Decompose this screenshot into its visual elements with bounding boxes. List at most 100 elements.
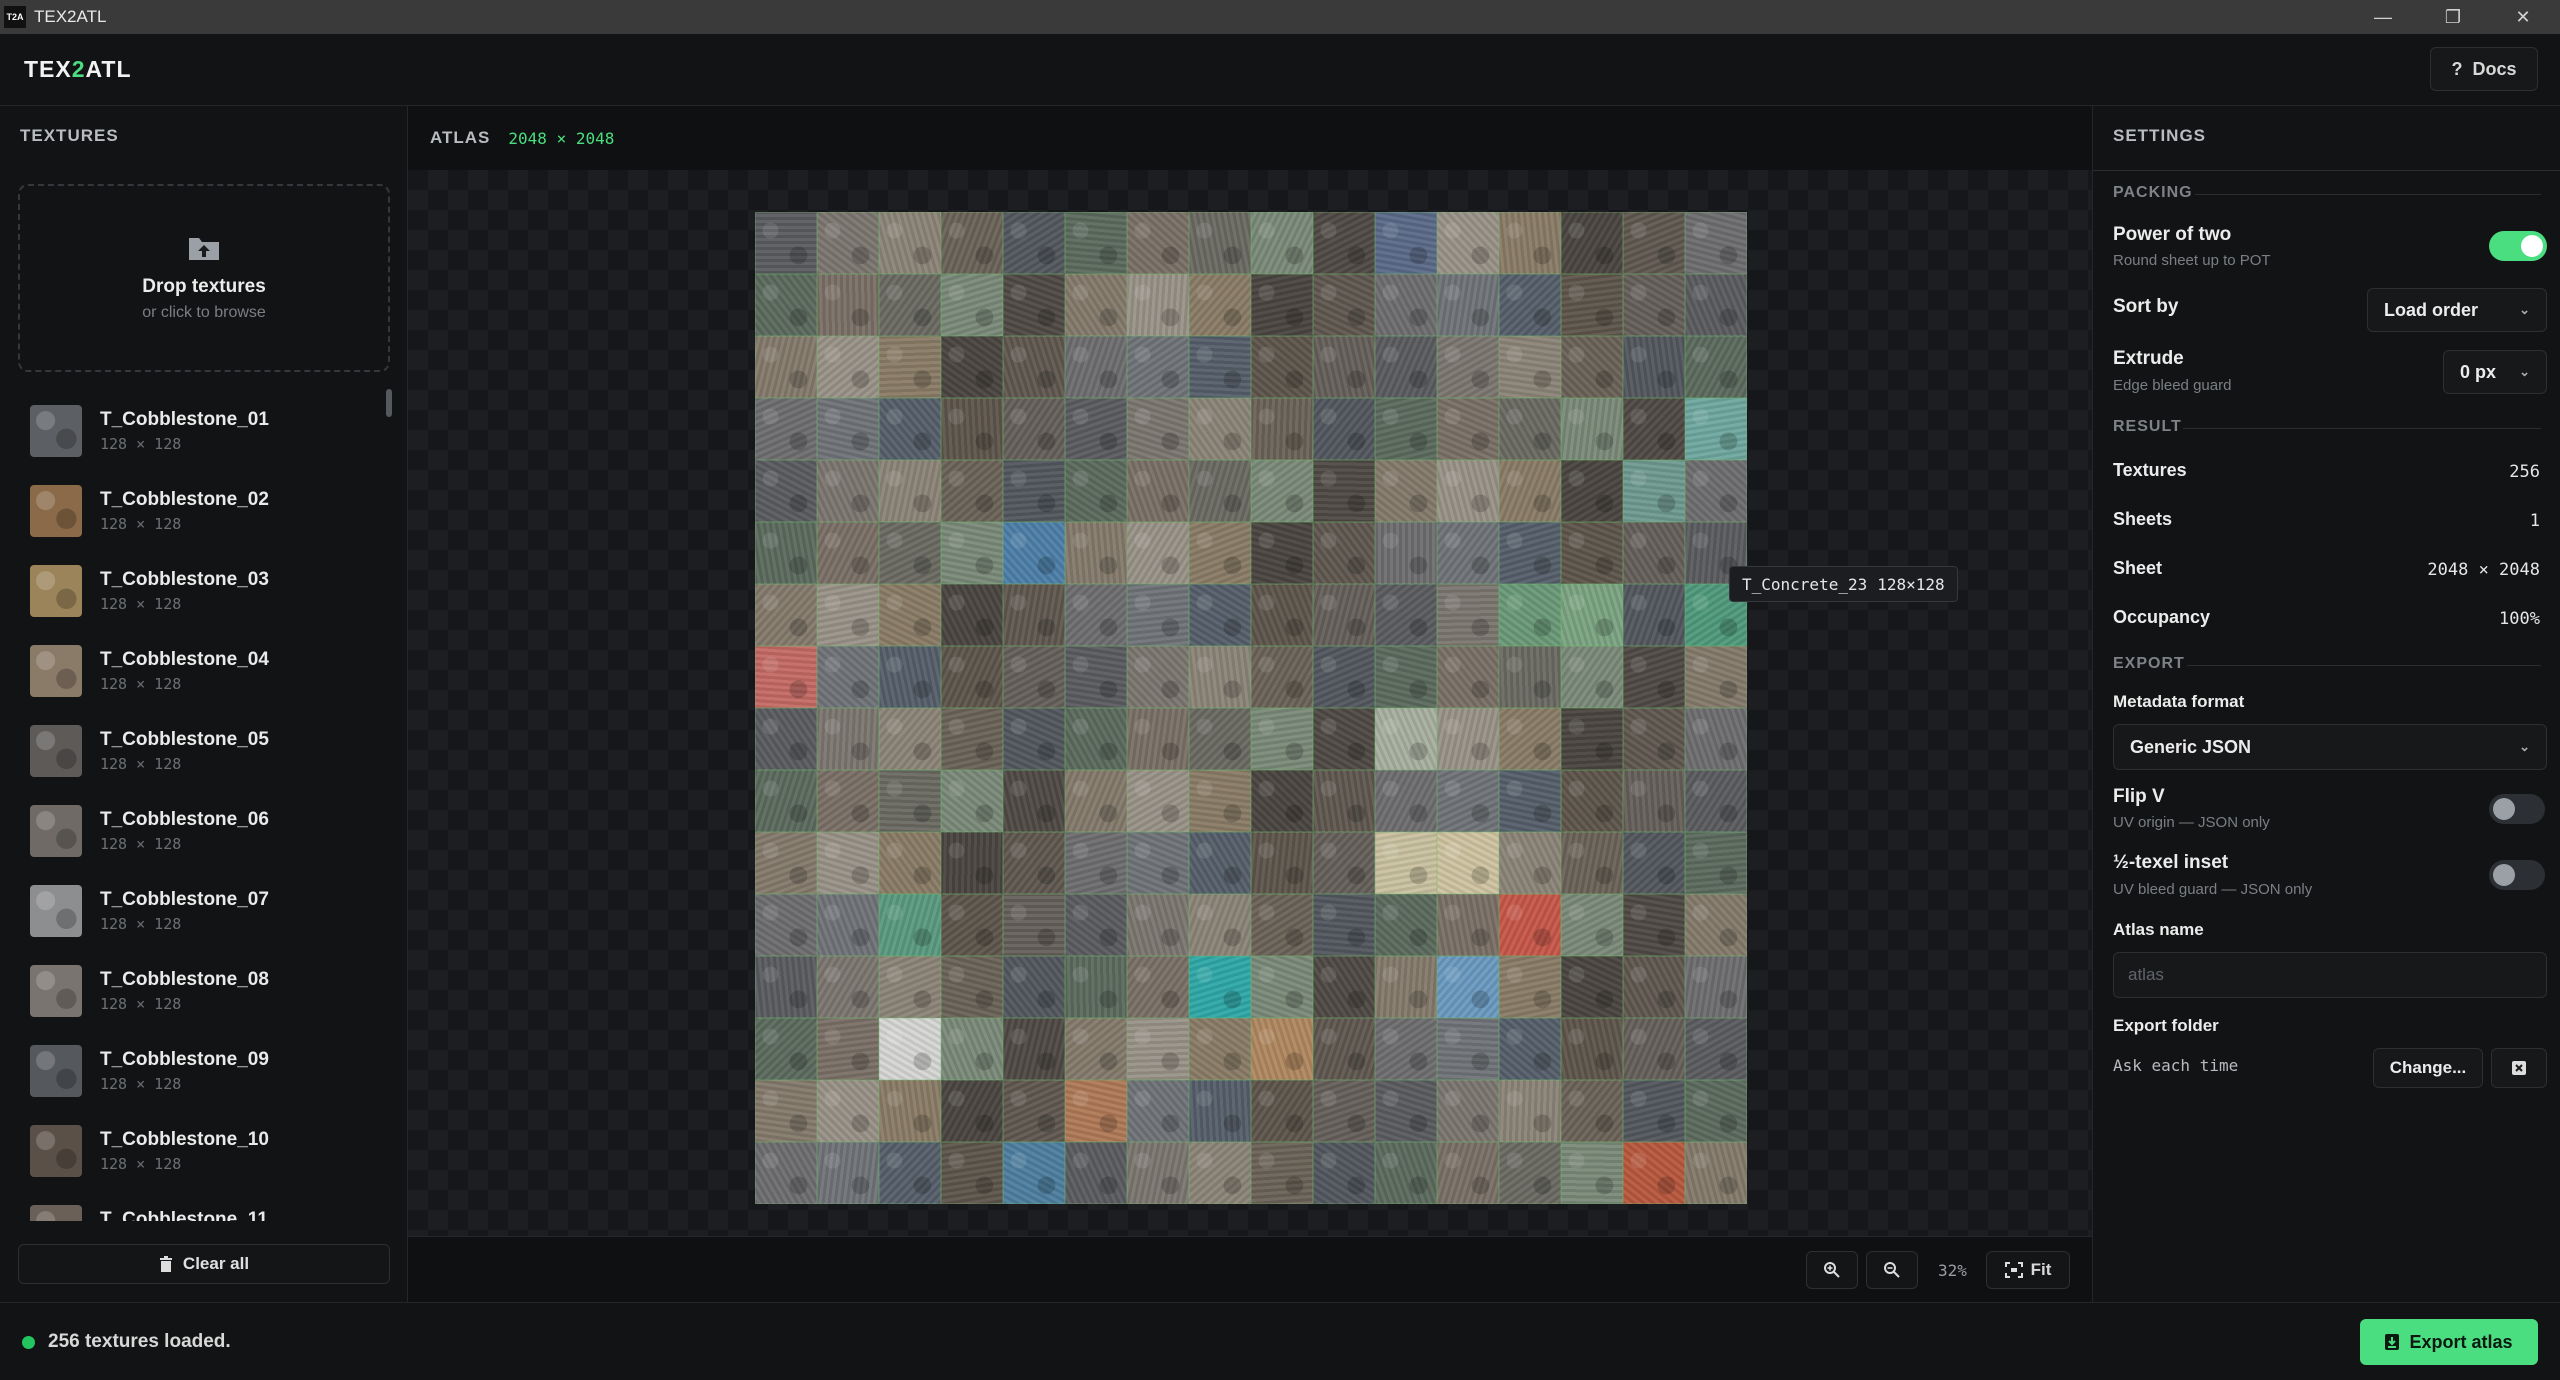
atlas-texture-cell[interactable] (755, 708, 817, 770)
atlas-texture-cell[interactable] (1065, 460, 1127, 522)
docs-button[interactable]: ? Docs (2430, 47, 2538, 91)
atlas-texture-cell[interactable] (817, 584, 879, 646)
atlas-texture-cell[interactable] (1251, 832, 1313, 894)
atlas-texture-cell[interactable] (1127, 274, 1189, 336)
atlas-texture-cell[interactable] (1003, 398, 1065, 460)
atlas-texture-cell[interactable] (1561, 708, 1623, 770)
atlas-texture-cell[interactable] (1623, 832, 1685, 894)
texture-list-item[interactable]: T_Cobblestone_06 128 × 128 (0, 791, 400, 871)
atlas-texture-cell[interactable] (941, 1080, 1003, 1142)
atlas-texture-cell[interactable] (1127, 460, 1189, 522)
atlas-texture-cell[interactable] (1313, 336, 1375, 398)
atlas-texture-cell[interactable] (1065, 1142, 1127, 1204)
atlas-texture-cell[interactable] (1561, 770, 1623, 832)
atlas-texture-cell[interactable] (1499, 460, 1561, 522)
atlas-sheet[interactable] (755, 212, 1747, 1204)
atlas-texture-cell[interactable] (1065, 1080, 1127, 1142)
atlas-texture-cell[interactable] (1561, 1018, 1623, 1080)
atlas-texture-cell[interactable] (1003, 956, 1065, 1018)
atlas-texture-cell[interactable] (879, 1142, 941, 1204)
atlas-texture-cell[interactable] (1375, 212, 1437, 274)
atlas-texture-cell[interactable] (1189, 894, 1251, 956)
half-texel-toggle[interactable] (2489, 860, 2545, 890)
atlas-texture-cell[interactable] (1251, 522, 1313, 584)
atlas-texture-cell[interactable] (1499, 708, 1561, 770)
atlas-texture-cell[interactable] (1313, 646, 1375, 708)
atlas-texture-cell[interactable] (1251, 956, 1313, 1018)
atlas-texture-cell[interactable] (1499, 770, 1561, 832)
atlas-texture-cell[interactable] (1437, 646, 1499, 708)
atlas-texture-cell[interactable] (941, 584, 1003, 646)
atlas-texture-cell[interactable] (755, 894, 817, 956)
atlas-texture-cell[interactable] (1003, 336, 1065, 398)
atlas-texture-cell[interactable] (1437, 212, 1499, 274)
atlas-texture-cell[interactable] (1189, 832, 1251, 894)
texture-list-item[interactable]: T_Cobblestone_09 128 × 128 (0, 1031, 400, 1111)
atlas-texture-cell[interactable] (1375, 770, 1437, 832)
atlas-texture-cell[interactable] (941, 212, 1003, 274)
atlas-texture-cell[interactable] (1065, 894, 1127, 956)
atlas-texture-cell[interactable] (1065, 708, 1127, 770)
atlas-texture-cell[interactable] (1437, 956, 1499, 1018)
atlas-texture-cell[interactable] (755, 1080, 817, 1142)
atlas-texture-cell[interactable] (755, 274, 817, 336)
atlas-texture-cell[interactable] (1561, 584, 1623, 646)
atlas-texture-cell[interactable] (1561, 274, 1623, 336)
atlas-texture-cell[interactable] (817, 1142, 879, 1204)
atlas-texture-cell[interactable] (1499, 894, 1561, 956)
atlas-texture-cell[interactable] (1685, 274, 1747, 336)
atlas-texture-cell[interactable] (755, 956, 817, 1018)
atlas-texture-cell[interactable] (1251, 584, 1313, 646)
atlas-texture-cell[interactable] (1065, 274, 1127, 336)
atlas-texture-cell[interactable] (1499, 1142, 1561, 1204)
atlas-texture-cell[interactable] (1375, 336, 1437, 398)
atlas-texture-cell[interactable] (1313, 708, 1375, 770)
atlas-texture-cell[interactable] (1251, 646, 1313, 708)
atlas-texture-cell[interactable] (1499, 274, 1561, 336)
atlas-texture-cell[interactable] (817, 832, 879, 894)
atlas-texture-cell[interactable] (1499, 336, 1561, 398)
atlas-texture-cell[interactable] (1251, 336, 1313, 398)
atlas-texture-cell[interactable] (1251, 1080, 1313, 1142)
atlas-texture-cell[interactable] (1251, 212, 1313, 274)
atlas-texture-cell[interactable] (1003, 212, 1065, 274)
atlas-texture-cell[interactable] (1561, 832, 1623, 894)
export-atlas-button[interactable]: Export atlas (2360, 1319, 2538, 1365)
texture-list-item[interactable]: T_Cobblestone_07 128 × 128 (0, 871, 400, 951)
atlas-texture-cell[interactable] (817, 336, 879, 398)
atlas-texture-cell[interactable] (1127, 894, 1189, 956)
atlas-texture-cell[interactable] (1561, 212, 1623, 274)
atlas-texture-cell[interactable] (1065, 522, 1127, 584)
atlas-texture-cell[interactable] (879, 646, 941, 708)
atlas-texture-cell[interactable] (1623, 770, 1685, 832)
atlas-texture-cell[interactable] (941, 1018, 1003, 1080)
atlas-texture-cell[interactable] (1685, 832, 1747, 894)
atlas-texture-cell[interactable] (879, 522, 941, 584)
atlas-texture-cell[interactable] (1251, 274, 1313, 336)
atlas-texture-cell[interactable] (1437, 398, 1499, 460)
atlas-texture-cell[interactable] (879, 708, 941, 770)
atlas-texture-cell[interactable] (879, 460, 941, 522)
atlas-texture-cell[interactable] (1251, 1018, 1313, 1080)
atlas-texture-cell[interactable] (1065, 336, 1127, 398)
atlas-texture-cell[interactable] (1437, 1080, 1499, 1142)
atlas-texture-cell[interactable] (1437, 832, 1499, 894)
atlas-texture-cell[interactable] (941, 956, 1003, 1018)
atlas-texture-cell[interactable] (1313, 398, 1375, 460)
atlas-texture-cell[interactable] (1003, 770, 1065, 832)
atlas-texture-cell[interactable] (1313, 770, 1375, 832)
atlas-texture-cell[interactable] (1313, 832, 1375, 894)
atlas-texture-cell[interactable] (1685, 1080, 1747, 1142)
atlas-texture-cell[interactable] (817, 1018, 879, 1080)
atlas-texture-cell[interactable] (1003, 708, 1065, 770)
fit-button[interactable]: Fit (1986, 1251, 2070, 1289)
atlas-texture-cell[interactable] (1189, 956, 1251, 1018)
atlas-texture-cell[interactable] (1499, 956, 1561, 1018)
atlas-texture-cell[interactable] (1499, 212, 1561, 274)
atlas-texture-cell[interactable] (755, 832, 817, 894)
atlas-texture-cell[interactable] (941, 770, 1003, 832)
atlas-texture-cell[interactable] (755, 398, 817, 460)
clear-folder-button[interactable] (2491, 1048, 2547, 1088)
atlas-texture-cell[interactable] (1313, 956, 1375, 1018)
atlas-texture-cell[interactable] (1375, 522, 1437, 584)
